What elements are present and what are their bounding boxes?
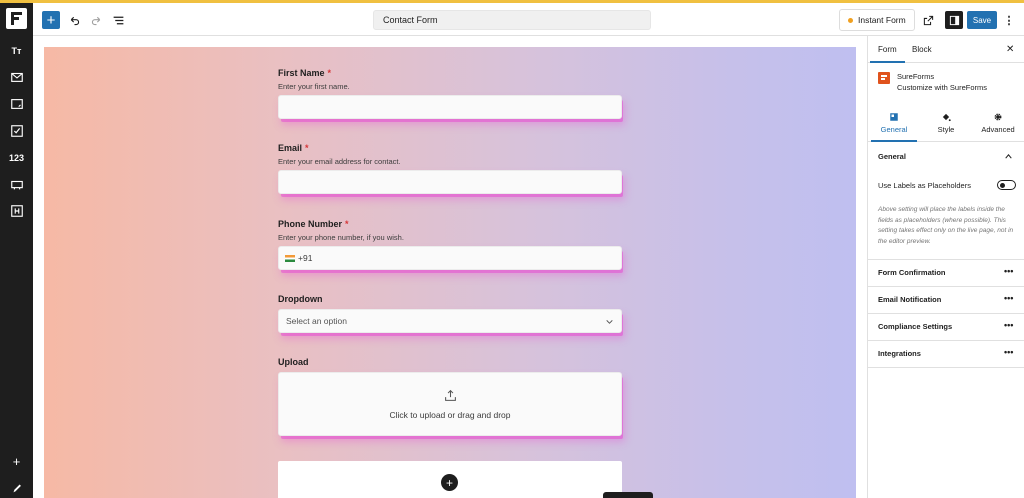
- field-description: Enter your first name.: [278, 82, 350, 91]
- editor-toolbar: + Contact Form Instant Form Save ⋮: [33, 3, 1024, 36]
- list-view-icon: [113, 16, 123, 24]
- email-field: Email * Enter your email address for cont…: [278, 143, 622, 194]
- section-title: Integrations: [878, 349, 921, 358]
- country-code: +91: [298, 253, 313, 263]
- form-confirmation-section[interactable]: Form Confirmation •••: [868, 260, 1024, 287]
- tab-form[interactable]: Form: [870, 45, 905, 63]
- checkbox-block-icon[interactable]: [6, 123, 27, 139]
- dropdown-select[interactable]: Select an option: [278, 309, 622, 333]
- block-appender: +: [278, 461, 622, 498]
- settings-sub-tabs: General Style Advanced: [868, 106, 1024, 142]
- block-sidebar: Tт 123 +: [0, 3, 33, 498]
- heading-block-icon[interactable]: Tт: [6, 43, 27, 59]
- instant-form-label: Instant Form: [858, 15, 906, 25]
- gear-icon: [994, 113, 1002, 121]
- chevron-down-icon: [606, 319, 613, 324]
- instant-form-button[interactable]: Instant Form: [839, 9, 915, 31]
- pencil-icon[interactable]: [6, 480, 27, 496]
- required-marker: *: [345, 219, 349, 229]
- email-block-icon[interactable]: [6, 69, 27, 85]
- sidebar-toggle-icon: [949, 15, 959, 25]
- undo-icon: [70, 16, 79, 25]
- preview-external-button[interactable]: [919, 11, 937, 29]
- add-block-icon[interactable]: +: [6, 453, 27, 469]
- phone-number-field: Phone Number * Enter your phone number, i…: [278, 219, 622, 270]
- phone-block-icon[interactable]: [6, 177, 27, 193]
- required-marker: *: [305, 143, 309, 153]
- redo-button[interactable]: [87, 11, 105, 29]
- redo-icon: [91, 16, 100, 25]
- panel-tabs: Form Block ✕: [868, 36, 1024, 63]
- upload-dropzone[interactable]: Click to upload or drag and drop: [278, 372, 622, 436]
- integrations-section[interactable]: Integrations •••: [868, 341, 1024, 368]
- options-menu-button[interactable]: ⋮: [1003, 11, 1015, 29]
- field-label: Upload: [278, 357, 309, 367]
- field-label: Dropdown: [278, 294, 323, 304]
- plugin-header: SureForms Customize with SureForms: [878, 72, 1018, 96]
- general-section: General Use Labels as Placeholders Above…: [868, 143, 1024, 260]
- document-overview-button[interactable]: [109, 11, 127, 29]
- plugin-name: SureForms: [897, 72, 935, 81]
- compliance-settings-section[interactable]: Compliance Settings •••: [868, 314, 1024, 341]
- more-options-icon[interactable]: •••: [1004, 347, 1013, 357]
- general-settings-icon: [890, 113, 898, 121]
- upload-field: Upload Click to upload or drag and drop: [278, 357, 622, 436]
- labels-as-placeholders-toggle[interactable]: [997, 180, 1016, 190]
- plugin-subtitle: Customize with SureForms: [897, 83, 988, 92]
- toggle-label: Use Labels as Placeholders: [878, 181, 971, 190]
- status-dot-icon: [848, 17, 853, 23]
- settings-panel-toggle-button[interactable]: [945, 11, 963, 29]
- tab-general[interactable]: General: [869, 112, 919, 142]
- email-notification-section[interactable]: Email Notification •••: [868, 287, 1024, 314]
- india-flag-icon[interactable]: [285, 254, 295, 262]
- field-description: Enter your email address for contact.: [278, 157, 401, 166]
- tab-style[interactable]: Style: [921, 112, 971, 134]
- textarea-block-icon[interactable]: [6, 96, 27, 112]
- chevron-up-icon[interactable]: [1004, 152, 1013, 161]
- dropdown-field: Dropdown Select an option: [278, 294, 622, 333]
- undo-button[interactable]: [65, 11, 83, 29]
- more-options-icon[interactable]: •••: [1004, 266, 1013, 276]
- number-block-icon[interactable]: 123: [6, 150, 27, 166]
- select-placeholder: Select an option: [286, 316, 347, 326]
- more-options-icon[interactable]: •••: [1004, 293, 1013, 303]
- external-link-icon: [923, 15, 933, 25]
- editor-canvas: First Name * Enter your first name. Email…: [33, 36, 867, 498]
- more-options-icon[interactable]: •••: [1004, 320, 1013, 330]
- first-name-input[interactable]: [278, 95, 622, 119]
- tab-block[interactable]: Block: [912, 45, 932, 54]
- settings-panel: Form Block ✕ SureForms Customize with Su…: [867, 36, 1024, 498]
- tab-advanced[interactable]: Advanced: [973, 112, 1023, 134]
- email-input[interactable]: [278, 170, 622, 194]
- section-title: Compliance Settings: [878, 322, 953, 331]
- field-description: Enter your phone number, if you wish.: [278, 233, 404, 242]
- add-block-appender-button[interactable]: +: [441, 474, 458, 491]
- block-toolbar-stub: [603, 492, 653, 498]
- first-name-field: First Name * Enter your first name.: [278, 68, 622, 119]
- section-title: Form Confirmation: [878, 268, 946, 277]
- paint-bucket-icon: [942, 113, 951, 122]
- sureforms-logo-icon: [878, 72, 890, 84]
- field-label: Phone Number *: [278, 219, 349, 229]
- phone-input[interactable]: +91: [278, 246, 622, 270]
- required-marker: *: [327, 68, 332, 78]
- document-title[interactable]: Contact Form: [373, 10, 651, 30]
- sureforms-logo-icon[interactable]: [6, 8, 27, 29]
- upload-icon: [444, 389, 456, 401]
- help-text: Above setting will place the labels insi…: [878, 206, 1014, 245]
- section-title[interactable]: General: [878, 152, 906, 161]
- close-panel-button[interactable]: ✕: [1006, 44, 1014, 55]
- field-label: Email *: [278, 143, 309, 153]
- section-title: Email Notification: [878, 295, 942, 304]
- form-background: First Name * Enter your first name. Email…: [44, 47, 856, 498]
- hidden-field-block-icon[interactable]: [6, 203, 27, 219]
- upload-instructions: Click to upload or drag and drop: [389, 409, 511, 420]
- save-button[interactable]: Save: [967, 11, 997, 29]
- add-block-button[interactable]: +: [42, 11, 60, 29]
- field-label: First Name *: [278, 68, 332, 78]
